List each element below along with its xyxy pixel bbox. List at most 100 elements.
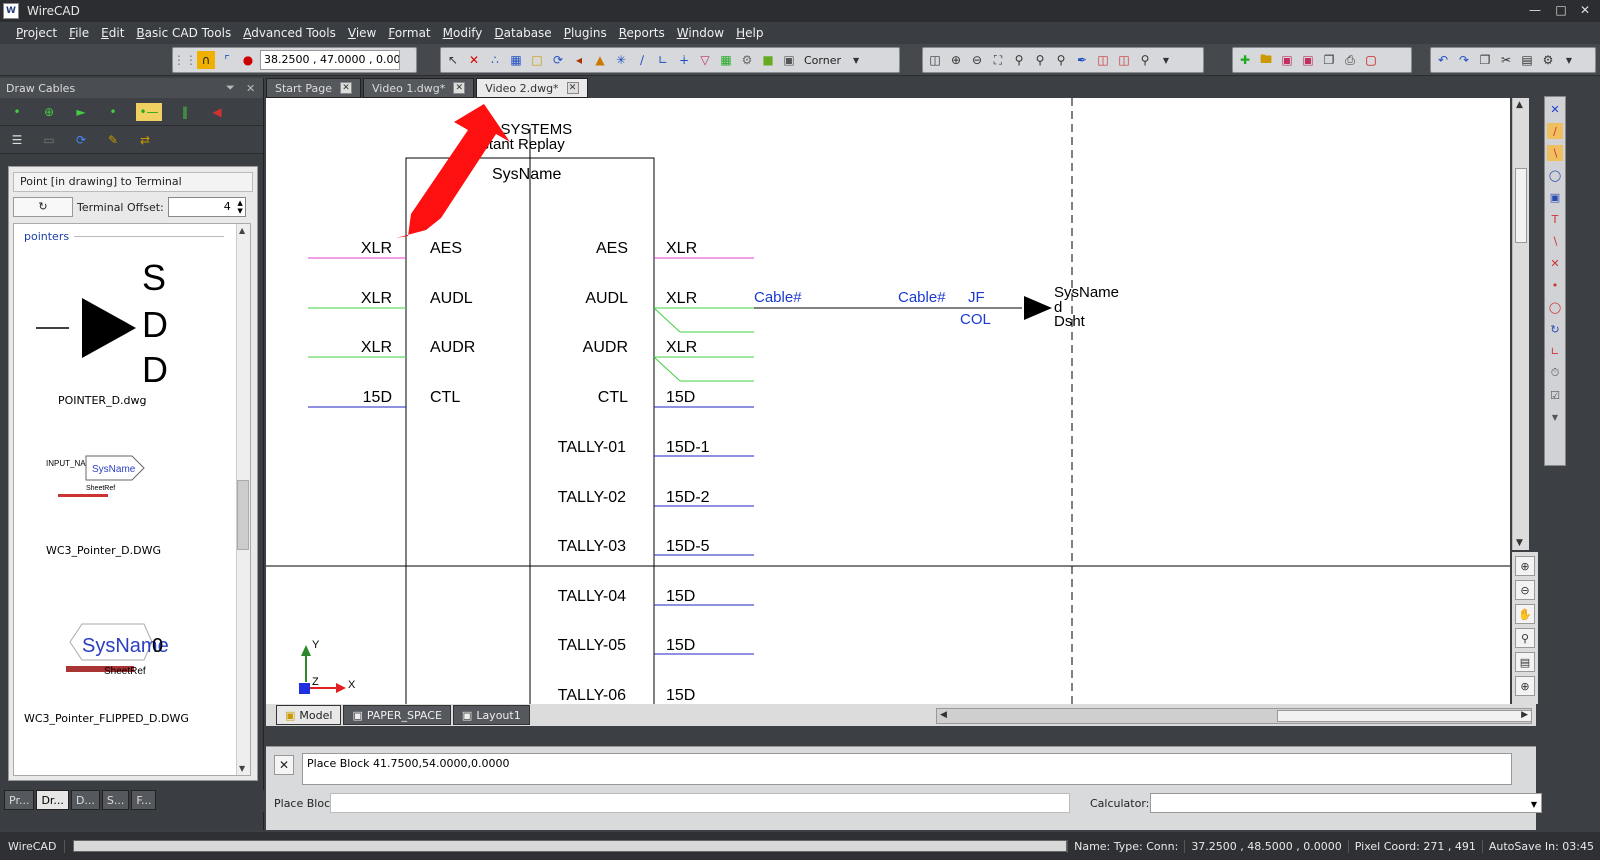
close-icon[interactable]: ✕ bbox=[340, 82, 352, 94]
undo-icon[interactable]: ↶ bbox=[1434, 51, 1452, 69]
pin-icon[interactable]: ⏷ bbox=[226, 81, 235, 95]
close-icon[interactable]: ✕ bbox=[566, 82, 579, 94]
nodes-icon[interactable]: ∴ bbox=[486, 51, 504, 69]
line-icon[interactable]: ∕ bbox=[633, 51, 651, 69]
tab-video-1[interactable]: Video 1.dwg* ✕ bbox=[363, 78, 475, 98]
copy-page-icon[interactable]: ❐ bbox=[1320, 51, 1338, 69]
canvas-vertical-scrollbar[interactable]: ▲ ▼ bbox=[1512, 98, 1529, 550]
mode-selector[interactable]: Point [in drawing] to Terminal bbox=[13, 172, 253, 192]
canvas-horizontal-scrollbar[interactable]: ◀ ▶ bbox=[936, 708, 1532, 724]
coordinate-display[interactable]: 38.2500 , 47.0000 , 0.0000 bbox=[260, 50, 400, 70]
record-icon[interactable]: ● bbox=[239, 51, 257, 69]
block-icon[interactable]: □ bbox=[528, 51, 546, 69]
gear-snap-icon[interactable]: ⚙ bbox=[738, 51, 756, 69]
tab-layout1[interactable]: ▣ Layout1 bbox=[452, 705, 530, 725]
stepper-arrows-icon[interactable]: ▲ ▼ bbox=[237, 199, 242, 215]
arc-tool-icon[interactable]: ↻ bbox=[1547, 321, 1563, 337]
tab-draw[interactable]: Dr... bbox=[36, 790, 69, 810]
trim-icon[interactable]: ∔ bbox=[675, 51, 693, 69]
scroll-down-icon[interactable]: ▼ bbox=[239, 764, 245, 773]
zoom-previous-icon[interactable]: ⚲ bbox=[1010, 51, 1028, 69]
zoom-in-icon[interactable]: ⊕ bbox=[1515, 556, 1535, 576]
menu-reports[interactable]: Reports bbox=[613, 22, 671, 44]
page-red-icon[interactable]: ◫ bbox=[1094, 51, 1112, 69]
zoom-extents-icon[interactable]: ⛶ bbox=[989, 51, 1007, 69]
cut-icon[interactable]: ✂ bbox=[1497, 51, 1515, 69]
zoom-window-icon[interactable]: ◫ bbox=[926, 51, 944, 69]
polyline-tool-icon[interactable]: ∟ bbox=[1547, 343, 1563, 359]
snap-magnet-icon[interactable]: ∩ bbox=[197, 51, 215, 69]
scroll-up-icon[interactable]: ▲ bbox=[239, 226, 245, 235]
rotate-pointer-button[interactable]: ↻ bbox=[13, 197, 73, 217]
refresh-icon[interactable]: ⟳ bbox=[72, 131, 90, 149]
canvas-scroll-thumb[interactable] bbox=[1515, 168, 1527, 243]
chevron-down-icon[interactable]: ▼ bbox=[1157, 51, 1175, 69]
list-item[interactable]: S D D POINTER_D.dwg bbox=[14, 242, 236, 407]
chevron-down-icon[interactable]: ▼ bbox=[847, 51, 865, 69]
paste-icon[interactable]: ▤ bbox=[1518, 51, 1536, 69]
scroll-up-icon[interactable]: ▲ bbox=[1516, 100, 1523, 110]
zoom-window-icon[interactable]: ⚲ bbox=[1515, 628, 1535, 648]
delete-icon[interactable]: ✕ bbox=[465, 51, 483, 69]
close-icon[interactable]: ✕ bbox=[1547, 101, 1563, 117]
menu-basic-cad-tools[interactable]: Basic CAD Tools bbox=[130, 22, 237, 44]
terminal-offset-stepper[interactable]: 4 ▲ ▼ bbox=[167, 197, 246, 217]
polyline-icon[interactable]: ∟ bbox=[654, 51, 672, 69]
text-tool-icon[interactable]: T bbox=[1547, 211, 1563, 227]
scroll-left-icon[interactable]: ◀ bbox=[940, 710, 947, 720]
zoom-extents-icon[interactable]: ⊕ bbox=[1515, 676, 1535, 696]
trim-tool-icon[interactable]: ∖ bbox=[1547, 233, 1563, 249]
list-item[interactable]: INPUT_NAME SysName SheetRef WC3_Pointer_… bbox=[14, 444, 236, 557]
checklist-tool-icon[interactable]: ☑ bbox=[1547, 387, 1563, 403]
menu-project[interactable]: Project bbox=[10, 22, 63, 44]
menu-window[interactable]: Window bbox=[671, 22, 730, 44]
find-icon[interactable]: ⚲ bbox=[1136, 51, 1154, 69]
circle-red-tool-icon[interactable]: ◯ bbox=[1547, 299, 1563, 315]
cable-point-icon[interactable]: • bbox=[104, 103, 122, 121]
zoom-realtime-icon[interactable]: ⚲ bbox=[1052, 51, 1070, 69]
measure-icon[interactable]: ✒ bbox=[1073, 51, 1091, 69]
menu-modify[interactable]: Modify bbox=[437, 22, 489, 44]
close-icon[interactable]: ✕ bbox=[274, 755, 294, 775]
page-red2-icon[interactable]: ◫ bbox=[1115, 51, 1133, 69]
drawing-canvas[interactable]: 0 SYSTEMS istant Replay SysName AES AUDL… bbox=[266, 98, 1510, 704]
point-tool-icon[interactable]: • bbox=[1547, 277, 1563, 293]
print-icon[interactable]: ⎙ bbox=[1341, 51, 1359, 69]
save-all-icon[interactable]: ▣ bbox=[1299, 51, 1317, 69]
new-file-icon[interactable]: ✚ bbox=[1236, 51, 1254, 69]
snap-mode-select[interactable]: Corner bbox=[801, 54, 844, 67]
menu-database[interactable]: Database bbox=[488, 22, 557, 44]
scroll-right-icon[interactable]: ▶ bbox=[1521, 710, 1528, 720]
pdf-icon[interactable]: ▢ bbox=[1362, 51, 1380, 69]
canvas-hscroll-thumb[interactable] bbox=[1277, 710, 1532, 722]
settings-gear-icon[interactable]: ⚙ bbox=[1539, 51, 1557, 69]
scroll-down-icon[interactable]: ▼ bbox=[1516, 538, 1523, 548]
stretch-icon[interactable]: ▲ bbox=[591, 51, 609, 69]
menu-view[interactable]: View bbox=[342, 22, 382, 44]
line-tool-icon[interactable]: ∕ bbox=[1547, 123, 1563, 139]
chevron-down-icon[interactable]: ▼ bbox=[1560, 51, 1578, 69]
cable-start-icon[interactable]: • bbox=[8, 103, 26, 121]
timer-tool-icon[interactable]: ⏱ bbox=[1547, 365, 1563, 381]
menu-edit[interactable]: Edit bbox=[95, 22, 130, 44]
tab-model[interactable]: ▣ Model bbox=[276, 705, 342, 725]
list-item[interactable]: SysName 0 SheetRef WC3_Pointer_FLIPPED_D… bbox=[14, 616, 236, 726]
ruler-icon[interactable]: ▤ bbox=[1515, 652, 1535, 672]
open-folder-icon[interactable]: 🖿 bbox=[1257, 51, 1275, 69]
snap-mode-icon[interactable]: ▣ bbox=[780, 51, 798, 69]
mirror-icon[interactable]: ◂ bbox=[570, 51, 588, 69]
tab-project[interactable]: Pr... bbox=[4, 790, 35, 810]
edit-icon[interactable]: ✎ bbox=[104, 131, 122, 149]
list-scrollbar[interactable]: ▲ ▼ bbox=[236, 224, 250, 775]
redo-icon[interactable]: ↷ bbox=[1455, 51, 1473, 69]
panel-close-icon[interactable]: ✕ bbox=[246, 82, 255, 95]
line-tool-2-icon[interactable]: ∖ bbox=[1547, 145, 1563, 161]
cross-tool-icon[interactable]: ✕ bbox=[1547, 255, 1563, 271]
maximize-button[interactable]: □ bbox=[1550, 2, 1572, 18]
layers-icon[interactable]: ▦ bbox=[507, 51, 525, 69]
zoom-out-icon[interactable]: ⊖ bbox=[968, 51, 986, 69]
swap-icon[interactable]: ⇄ bbox=[136, 131, 154, 149]
chevron-down-icon[interactable]: ▼ bbox=[1547, 409, 1563, 425]
tab-start-page[interactable]: Start Page ✕ bbox=[266, 78, 361, 98]
point-to-terminal-icon[interactable]: •— bbox=[136, 102, 162, 121]
